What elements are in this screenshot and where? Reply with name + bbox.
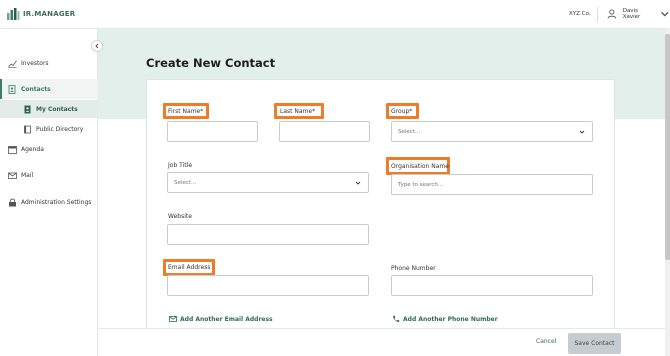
group-select[interactable]: Select... — [391, 121, 593, 142]
phone-icon — [393, 315, 400, 322]
page-title: Create New Contact — [146, 56, 276, 70]
user-icon — [607, 9, 617, 19]
calendar-icon — [7, 144, 17, 154]
sidebar-item-label: My Contacts — [36, 105, 78, 113]
website-field[interactable] — [167, 224, 369, 245]
organisation-label: Organisation Name — [391, 163, 449, 170]
scrollbar-thumb[interactable] — [665, 34, 670, 260]
logo[interactable]: IR.MANAGER — [6, 7, 75, 21]
mail-icon — [169, 316, 177, 322]
add-email-label: Add Another Email Address — [180, 315, 273, 323]
user-name: Davis Xavier — [622, 8, 641, 20]
email-field[interactable] — [167, 275, 369, 296]
group-label: Group* — [391, 108, 413, 115]
website-label: Website — [168, 213, 192, 220]
chart-icon — [7, 58, 17, 68]
chevron-down-icon — [355, 181, 361, 185]
sidebar-item-administration-settings[interactable]: Administration Settings — [0, 195, 98, 209]
sidebar-item-agenda[interactable]: Agenda — [0, 142, 98, 156]
last-name-field[interactable] — [279, 121, 370, 142]
phone-field[interactable] — [391, 275, 593, 296]
cancel-button[interactable]: Cancel — [536, 338, 556, 345]
last-name-label: Last Name* — [280, 108, 316, 115]
header-divider — [597, 7, 598, 22]
chevron-down-icon — [661, 11, 669, 17]
user-menu[interactable]: Davis Xavier — [607, 8, 670, 20]
chevron-down-icon — [579, 130, 585, 134]
job-title-select-value: Select... — [174, 179, 197, 186]
sidebar-item-label: Mail — [21, 171, 34, 179]
contacts-icon — [7, 84, 17, 94]
company-name[interactable]: XYZ Co. — [569, 11, 591, 17]
first-name-label: First Name* — [168, 108, 204, 115]
sidebar-item-my-contacts[interactable]: My Contacts — [0, 100, 98, 118]
logo-icon — [7, 8, 20, 20]
organisation-placeholder: Type to search... — [398, 181, 444, 188]
sidebar-item-contacts[interactable]: Contacts — [0, 79, 98, 99]
sidebar-item-label: Administration Settings — [21, 198, 92, 206]
sidebar-item-label: Public Directory — [36, 125, 84, 133]
sidebar-item-label: Agenda — [21, 145, 44, 153]
sidebar-item-label: Investors — [21, 59, 49, 67]
email-label: Email Address — [168, 264, 211, 271]
contact-form-card — [146, 79, 615, 339]
sidebar-item-label: Contacts — [21, 85, 51, 93]
add-phone-label: Add Another Phone Number — [403, 315, 498, 323]
group-select-value: Select... — [398, 128, 421, 135]
lock-icon — [7, 197, 17, 207]
book-icon — [22, 124, 32, 134]
person-card-icon — [22, 104, 32, 114]
active-indicator — [0, 79, 2, 99]
sidebar-item-public-directory[interactable]: Public Directory — [0, 120, 98, 138]
job-title-label: Job Title — [168, 162, 193, 169]
add-email-link[interactable]: Add Another Email Address — [169, 315, 273, 323]
sidebar-item-mail[interactable]: Mail — [0, 168, 98, 182]
first-name-field[interactable] — [167, 121, 258, 142]
phone-label: Phone Number — [391, 265, 436, 272]
job-title-select[interactable]: Select... — [167, 172, 369, 193]
mail-icon — [7, 170, 17, 180]
add-phone-link[interactable]: Add Another Phone Number — [392, 315, 498, 323]
sidebar-collapse-button[interactable] — [91, 40, 103, 52]
save-contact-button[interactable]: Save Contact — [568, 333, 621, 354]
organisation-search-input[interactable]: Type to search... — [391, 174, 593, 195]
sidebar-item-investors[interactable]: Investors — [0, 56, 98, 70]
logo-text: IR.MANAGER — [23, 10, 76, 18]
save-contact-label: Save Contact — [574, 340, 615, 347]
chevron-left-icon — [95, 43, 99, 49]
top-bar: IR.MANAGER XYZ Co. Davis Xavier — [0, 0, 670, 29]
